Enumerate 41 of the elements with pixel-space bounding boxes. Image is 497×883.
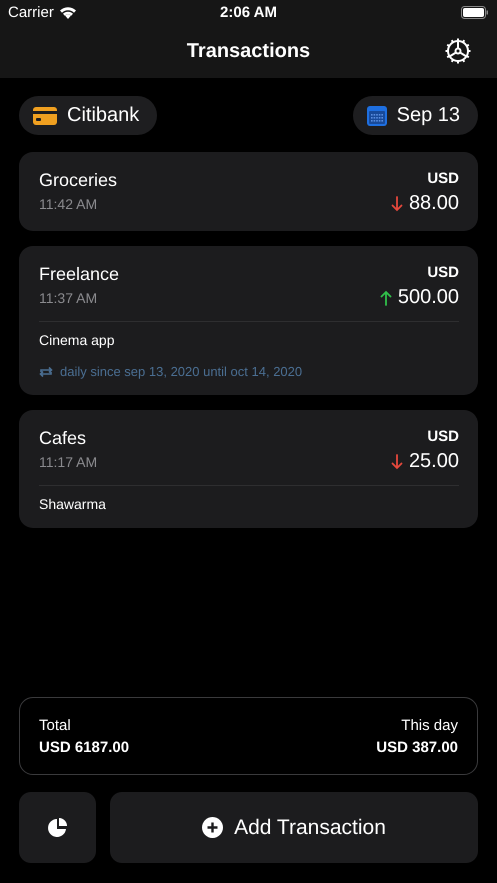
currency-label: USD: [427, 170, 459, 187]
repeat-icon: [39, 366, 53, 378]
down-arrow-icon: [390, 196, 403, 212]
category-label: Freelance: [39, 264, 120, 285]
amount-label: 88.00: [408, 192, 459, 215]
down-arrow-icon: [390, 454, 403, 470]
note-label: Cinema app: [39, 332, 116, 348]
transaction-card[interactable]: Cafes 11:17 AM USD 25.00 Shawarma: [19, 410, 478, 528]
day-label: This day: [401, 717, 458, 734]
note-label: Shawarma: [39, 496, 107, 512]
total-amount: USD 6187.00: [39, 739, 130, 756]
category-label: Groceries: [39, 170, 118, 191]
amount-label: 500.00: [398, 286, 459, 309]
transaction-time: 11:37 AM: [39, 290, 98, 306]
transaction-time: 11:42 AM: [39, 196, 98, 212]
date-selector[interactable]: Sep 13: [352, 96, 478, 135]
transaction-time: 11:17 AM: [39, 454, 98, 470]
up-arrow-icon: [380, 290, 392, 306]
statistics-button[interactable]: [19, 792, 96, 863]
add-transaction-button[interactable]: Add Transaction: [110, 792, 478, 863]
card-icon: [33, 106, 57, 124]
amount-label: 25.00: [408, 450, 459, 473]
currency-label: USD: [427, 264, 459, 281]
status-time: 2:06 AM: [220, 4, 277, 21]
screen-title: Transactions: [186, 40, 310, 63]
currency-label: USD: [427, 428, 459, 445]
calendar-icon: [366, 106, 387, 126]
pie-chart-icon: [46, 816, 68, 838]
plus-icon: [202, 817, 224, 838]
transaction-card[interactable]: Groceries 11:42 AM USD 88.00: [19, 152, 478, 231]
day-amount: USD 387.00: [376, 739, 458, 756]
transaction-card[interactable]: Freelance 11:37 AM USD 500.00 Cinema app daily since sep 13, 2020 until oct 14, 2020: [19, 246, 478, 395]
repeat-schedule: daily since sep 13, 2020 until oct 14, 2020: [60, 364, 302, 379]
wifi-icon: [58, 6, 77, 19]
battery-icon: [461, 6, 489, 19]
account-selector[interactable]: Citibank: [19, 96, 158, 135]
carrier-label: Carrier: [8, 4, 54, 21]
settings-button[interactable]: [443, 36, 473, 66]
total-label: Total: [39, 717, 71, 734]
settings-icon: [443, 36, 473, 66]
category-label: Cafes: [39, 428, 86, 449]
